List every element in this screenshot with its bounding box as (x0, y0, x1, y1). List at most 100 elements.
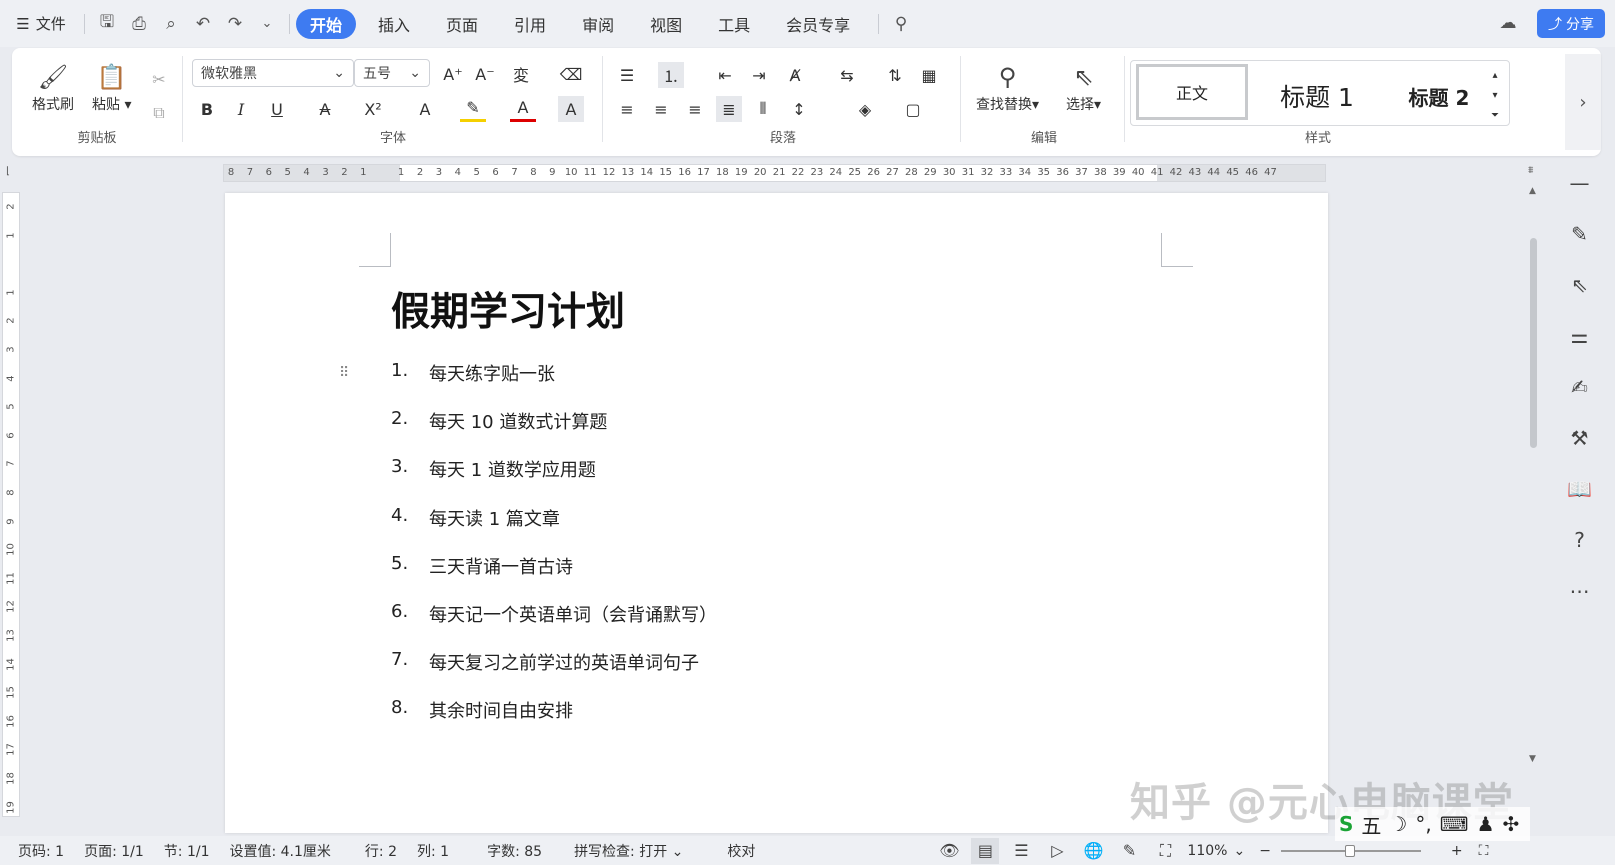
status-col[interactable]: 列: 1 (417, 841, 449, 861)
horizontal-ruler[interactable]: 8 7 6 5 4 3 2 1 1 2 3 4 5 6 7 8 9 10 11 12 13 14 15 16 17 18 19 20 2… (223, 164, 1326, 182)
punctuation-icon[interactable]: °, (1415, 812, 1431, 836)
sliders-icon[interactable]: ⚌ (1562, 318, 1598, 354)
font-color-icon[interactable]: A (510, 96, 536, 122)
status-page-code[interactable]: 页码: 1 (18, 841, 64, 861)
status-row[interactable]: 行: 2 (365, 841, 397, 861)
list-item[interactable]: 4. 每天读 1 篇文章 (391, 505, 560, 531)
font-grow-icon[interactable]: A⁺ (440, 61, 466, 87)
expand-gallery-icon[interactable]: ⏷ (1488, 102, 1502, 128)
decrease-indent-icon[interactable]: ⇤ (712, 62, 738, 88)
help-icon[interactable]: ? (1562, 522, 1598, 558)
outline-view-icon[interactable]: ☰ (1007, 838, 1035, 864)
fit-page-icon[interactable]: ⛶ (1151, 838, 1179, 864)
tab-insert[interactable]: 插入 (364, 8, 424, 40)
format-painter-button[interactable]: 🖌 格式刷 (32, 60, 74, 114)
strikethrough-icon[interactable]: A (312, 96, 338, 122)
clear-format-icon[interactable]: ⌫ (558, 61, 584, 87)
zoom-slider[interactable] (1280, 844, 1421, 857)
bullet-list-icon[interactable]: ☰ (614, 62, 640, 88)
align-right-icon[interactable]: ≡ (682, 96, 708, 122)
list-item[interactable]: 2. 每天 10 道数式计算题 (391, 408, 607, 434)
moon-icon[interactable]: ☽ (1389, 812, 1407, 836)
tab-review[interactable]: 审阅 (568, 8, 628, 40)
file-menu[interactable]: ☰ 文件 (4, 8, 78, 40)
tab-member[interactable]: 会员专享 (772, 8, 864, 40)
scroll-up-icon[interactable]: ▲ (1529, 186, 1536, 196)
align-left-icon[interactable]: ≡ (614, 96, 640, 122)
status-spellcheck[interactable]: 拼写检查: 打开 ⌄ (574, 841, 683, 861)
paste-button[interactable]: 📋 粘贴 ▾ (92, 60, 131, 114)
justify-icon[interactable]: ≣ (716, 96, 742, 122)
status-setting[interactable]: 设置值: 4.1厘米 (229, 841, 330, 861)
eye-icon[interactable]: 👁 (935, 838, 963, 864)
text-direction-icon[interactable]: Ⱥ (782, 62, 808, 88)
highlight-icon[interactable]: ✎ (460, 96, 486, 122)
undo-icon[interactable]: ↶ (187, 8, 219, 40)
tools-icon[interactable]: ⚒ (1562, 420, 1598, 456)
drag-handle-icon[interactable]: ⠿ (339, 365, 349, 381)
chevron-down-icon[interactable]: ⌄ (251, 8, 283, 40)
zoom-out-icon[interactable]: − (1259, 843, 1271, 859)
list-item[interactable]: 7. 每天复习之前学过的英语单词句子 (391, 649, 699, 675)
keyboard-icon[interactable]: ⌨ (1440, 812, 1469, 836)
status-proofread[interactable]: 校对 (727, 841, 755, 861)
char-shading-icon[interactable]: A (558, 96, 584, 122)
find-replace-button[interactable]: ⚲ 查找替换▾ (976, 60, 1039, 114)
bold-icon[interactable]: B (194, 96, 220, 122)
tab-tools[interactable]: 工具 (704, 8, 764, 40)
status-page[interactable]: 页面: 1/1 (84, 841, 144, 861)
zoom-in-icon[interactable]: + (1451, 843, 1463, 859)
list-item[interactable]: 5. 三天背诵一首古诗 (391, 553, 573, 579)
save-icon[interactable]: 🖫 (91, 8, 123, 40)
user-icon[interactable]: ♟ (1477, 812, 1495, 836)
print-icon[interactable]: ⎙ (123, 8, 155, 40)
share-button[interactable]: ⤴ 分享 (1537, 9, 1605, 38)
font-shrink-icon[interactable]: A⁻ (472, 61, 498, 87)
vertical-ruler[interactable]: 2 1 1 2 3 4 5 6 7 8 9 10 11 12 13 14 15 16 17 18 19 (2, 192, 20, 817)
split-icon[interactable]: ⩩ (1528, 165, 1533, 176)
sort-icon[interactable]: ⇅ (882, 62, 908, 88)
print-preview-icon[interactable]: ⌕ (155, 8, 187, 40)
line-spacing-icon[interactable]: ↕ (786, 96, 812, 122)
text-effect-icon[interactable]: A (412, 96, 438, 122)
read-icon[interactable]: 📖 (1562, 471, 1598, 507)
phonetic-guide-icon[interactable]: 変 (508, 61, 534, 87)
italic-icon[interactable]: I (228, 96, 254, 122)
apps-icon[interactable]: ✣ (1503, 812, 1520, 836)
ribbon-next-button[interactable]: › (1565, 54, 1601, 150)
list-item[interactable]: 6. 每天记一个英语单词（会背诵默写） (391, 601, 717, 627)
redo-icon[interactable]: ↷ (219, 8, 251, 40)
play-icon[interactable]: ▷ (1043, 838, 1071, 864)
cut-icon[interactable]: ✂ (146, 66, 172, 92)
zoom-level[interactable]: 110% (1187, 843, 1227, 859)
web-view-icon[interactable]: 🌐 (1079, 838, 1107, 864)
ime-toolbar[interactable]: S 五 ☽ °, ⌨ ♟ ✣ (1335, 807, 1530, 841)
scroll-down-icon[interactable]: ▼ (1529, 754, 1536, 764)
column-icon[interactable]: ▦ (916, 62, 942, 88)
list-item[interactable]: 3. 每天 1 道数学应用题 (391, 456, 596, 482)
ai-writing-icon[interactable]: ✍ (1562, 369, 1598, 405)
status-section[interactable]: 节: 1/1 (164, 841, 210, 861)
tab-page[interactable]: 页面 (432, 8, 492, 40)
pen-mode-icon[interactable]: ✎ (1115, 838, 1143, 864)
tab-stop-selector[interactable]: ⌊ (6, 166, 18, 178)
list-item[interactable]: 8. 其余时间自由安排 (391, 697, 573, 723)
list-item[interactable]: 1. 每天练字贴一张 (391, 360, 555, 386)
underline-icon[interactable]: U (264, 96, 290, 122)
increase-indent-icon[interactable]: ⇥ (746, 62, 772, 88)
collapse-icon[interactable]: — (1562, 165, 1598, 201)
zoom-dropdown-icon[interactable]: ⌄ (1233, 843, 1245, 859)
document-page[interactable]: 假期学习计划 ⠿ 1. 每天练字贴一张 2. 每天 10 道数式计算题 3. 每天 1 道… (225, 193, 1328, 833)
cloud-icon[interactable]: ☁ (1492, 7, 1524, 39)
align-center-icon[interactable]: ≡ (648, 96, 674, 122)
page-view-icon[interactable]: ▤ (971, 837, 1000, 864)
fullscreen-icon[interactable]: ⛶ (1479, 843, 1489, 859)
shading-icon[interactable]: ◈ (852, 96, 878, 122)
superscript-icon[interactable]: X² (360, 96, 386, 122)
copy-icon[interactable]: ⧉ (146, 100, 172, 126)
style-heading-1[interactable]: 标题 1 (1254, 68, 1380, 124)
style-heading-2[interactable]: 标题 2 (1384, 68, 1494, 124)
ime-mode[interactable]: 五 (1361, 810, 1381, 839)
style-normal[interactable]: 正文 (1136, 64, 1248, 120)
tab-references[interactable]: 引用 (500, 8, 560, 40)
